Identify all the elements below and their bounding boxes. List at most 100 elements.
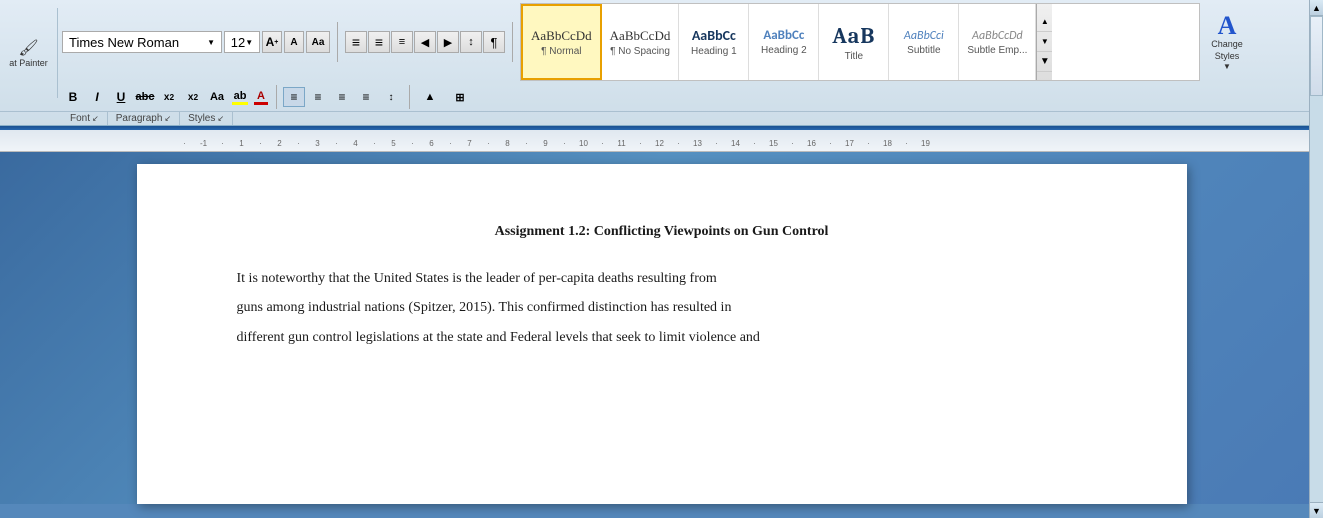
show-paragraph-button[interactable]: ¶ [483, 31, 505, 53]
ruler-mark: · [327, 139, 346, 148]
underline-button[interactable]: U [110, 87, 132, 107]
ruler-mark: · [517, 139, 536, 148]
style-heading1[interactable]: AaBbCc Heading 1 [679, 4, 749, 80]
scrollbar-thumb[interactable] [1310, 16, 1323, 96]
ruler-mark: 9 [536, 139, 555, 148]
font-section[interactable]: Font ↙ [62, 112, 108, 125]
format-painter[interactable]: 🖌 at Painter [0, 8, 58, 98]
ruler-mark: 1 [232, 139, 251, 148]
change-styles-label: ChangeStyles [1211, 39, 1243, 62]
italic-button[interactable]: I [86, 87, 108, 107]
divider-font-para [337, 22, 338, 62]
style-heading2[interactable]: AaBbCc Heading 2 [749, 4, 819, 80]
ruler-mark: 17 [840, 139, 859, 148]
ruler-mark: · [897, 139, 916, 148]
line-spacing-button[interactable]: ↕ [379, 87, 403, 107]
ruler-mark: · [783, 139, 802, 148]
increase-indent-button[interactable]: ▶ [437, 31, 459, 53]
sort-button[interactable]: ↕ [460, 31, 482, 53]
paragraph-1: It is noteworthy that the United States … [237, 264, 1087, 293]
font-grow-button[interactable]: A + [262, 31, 282, 53]
paragraph-section[interactable]: Paragraph ↙ [108, 112, 180, 125]
text-highlight-button[interactable]: ab [230, 89, 250, 106]
font-size-selector[interactable]: 12 ▼ [224, 31, 260, 53]
font-dropdown-icon[interactable]: ▼ [207, 38, 215, 47]
style-no-spacing-label: ¶ No Spacing [610, 46, 670, 57]
ribbon-sections-row: Font ↙ Paragraph ↙ Styles ↙ [0, 111, 1323, 125]
justify-button[interactable]: ≡ [355, 87, 377, 107]
style-normal[interactable]: AaBbCcDd ¶ Normal [521, 4, 602, 80]
ruler-mark: · [289, 139, 308, 148]
style-heading1-label: Heading 1 [691, 46, 737, 57]
font-name-value: Times New Roman [69, 35, 179, 50]
font-color-button[interactable]: A [252, 89, 270, 106]
styles-scroll-up[interactable]: ▲ [1037, 12, 1052, 32]
styles-section-expander: ↙ [217, 114, 224, 123]
font-group: Times New Roman ▼ 12 ▼ A + A Aa [62, 31, 330, 53]
ruler-mark: · [213, 139, 232, 148]
clear-formatting-button[interactable]: Aa [306, 31, 330, 53]
strikethrough-button[interactable]: abc [134, 87, 156, 107]
ruler-mark: 12 [650, 139, 669, 148]
style-subtle-emphasis[interactable]: AaBbCcDd Subtle Emp... [959, 4, 1036, 80]
numbered-list-button[interactable]: ≡ [368, 31, 390, 53]
ruler-mark: 10 [574, 139, 593, 148]
scrollbar-up-button[interactable]: ▲ [1310, 0, 1323, 16]
font-name-selector[interactable]: Times New Roman ▼ [62, 31, 222, 53]
style-title-preview: AaB [832, 23, 875, 49]
style-subtitle[interactable]: AaBbCci Subtitle [889, 4, 959, 80]
superscript-button[interactable]: x2 [182, 87, 204, 107]
ruler-mark: 13 [688, 139, 707, 148]
font-shrink-icon: A [290, 37, 297, 48]
ruler-mark: 8 [498, 139, 517, 148]
ruler-mark: · [631, 139, 650, 148]
styles-scroll-down[interactable]: ▼ [1037, 32, 1052, 52]
scrollbar-down-button[interactable]: ▼ [1310, 502, 1323, 518]
ruler-mark: 7 [460, 139, 479, 148]
font-size-value: 12 [231, 35, 245, 50]
subscript-button[interactable]: x2 [158, 87, 180, 107]
ruler-mark: · [707, 139, 726, 148]
shading-button[interactable]: ▲ [416, 87, 444, 107]
align-right-button[interactable]: ≡ [331, 87, 353, 107]
bullet-list-button[interactable]: ≡ [345, 31, 367, 53]
ruler-mark: · [479, 139, 498, 148]
change-styles-button[interactable]: A ChangeStyles ▼ [1203, 10, 1251, 74]
ruler-mark: 2 [270, 139, 289, 148]
bold-button[interactable]: B [62, 87, 84, 107]
divider-align-shading [409, 85, 410, 109]
ruler-mark: 15 [764, 139, 783, 148]
style-title[interactable]: AaB Title [819, 4, 889, 80]
align-left-button[interactable]: ≡ [283, 87, 305, 107]
style-no-spacing[interactable]: AaBbCcDd ¶ No Spacing [602, 4, 680, 80]
ruler-mark: · [175, 139, 194, 148]
ruler-mark: 3 [308, 139, 327, 148]
document-area: Assignment 1.2: Conflicting Viewpoints o… [0, 152, 1323, 504]
ruler-mark: · [745, 139, 764, 148]
highlight-color-bar [232, 102, 248, 105]
change-case-button[interactable]: Aa [206, 87, 228, 107]
styles-section[interactable]: Styles ↙ [180, 112, 233, 125]
document-page[interactable]: Assignment 1.2: Conflicting Viewpoints o… [137, 164, 1187, 504]
style-heading2-preview: AaBbCc [763, 28, 804, 43]
ruler-marks: · -1 · 1 · 2 · 3 · 4 · 5 · 6 · 7 · 8 · 9… [175, 139, 935, 148]
paragraph-group: ≡ ≡ ≡ ◀ ▶ ↕ ¶ [345, 31, 505, 53]
font-shrink-button[interactable]: A [284, 31, 304, 53]
ruler-mark: 19 [916, 139, 935, 148]
font-color-bar [254, 102, 268, 105]
font-size-dropdown-icon[interactable]: ▼ [245, 38, 253, 47]
ruler-mark: · [821, 139, 840, 148]
styles-more[interactable]: ▼ [1037, 52, 1052, 72]
paragraph-section-expander: ↙ [164, 114, 171, 123]
ruler-mark: 16 [802, 139, 821, 148]
font-color-icon: A [257, 90, 265, 102]
font-section-label: Font [70, 113, 90, 124]
ruler-mark: · [441, 139, 460, 148]
decrease-indent-button[interactable]: ◀ [414, 31, 436, 53]
document-body[interactable]: It is noteworthy that the United States … [237, 264, 1087, 352]
multilevel-list-button[interactable]: ≡ [391, 31, 413, 53]
align-center-button[interactable]: ≡ [307, 87, 329, 107]
ruler-mark: 6 [422, 139, 441, 148]
borders-button[interactable]: ⊞ [446, 87, 474, 107]
vertical-scrollbar[interactable]: ▲ ▼ [1309, 0, 1323, 518]
